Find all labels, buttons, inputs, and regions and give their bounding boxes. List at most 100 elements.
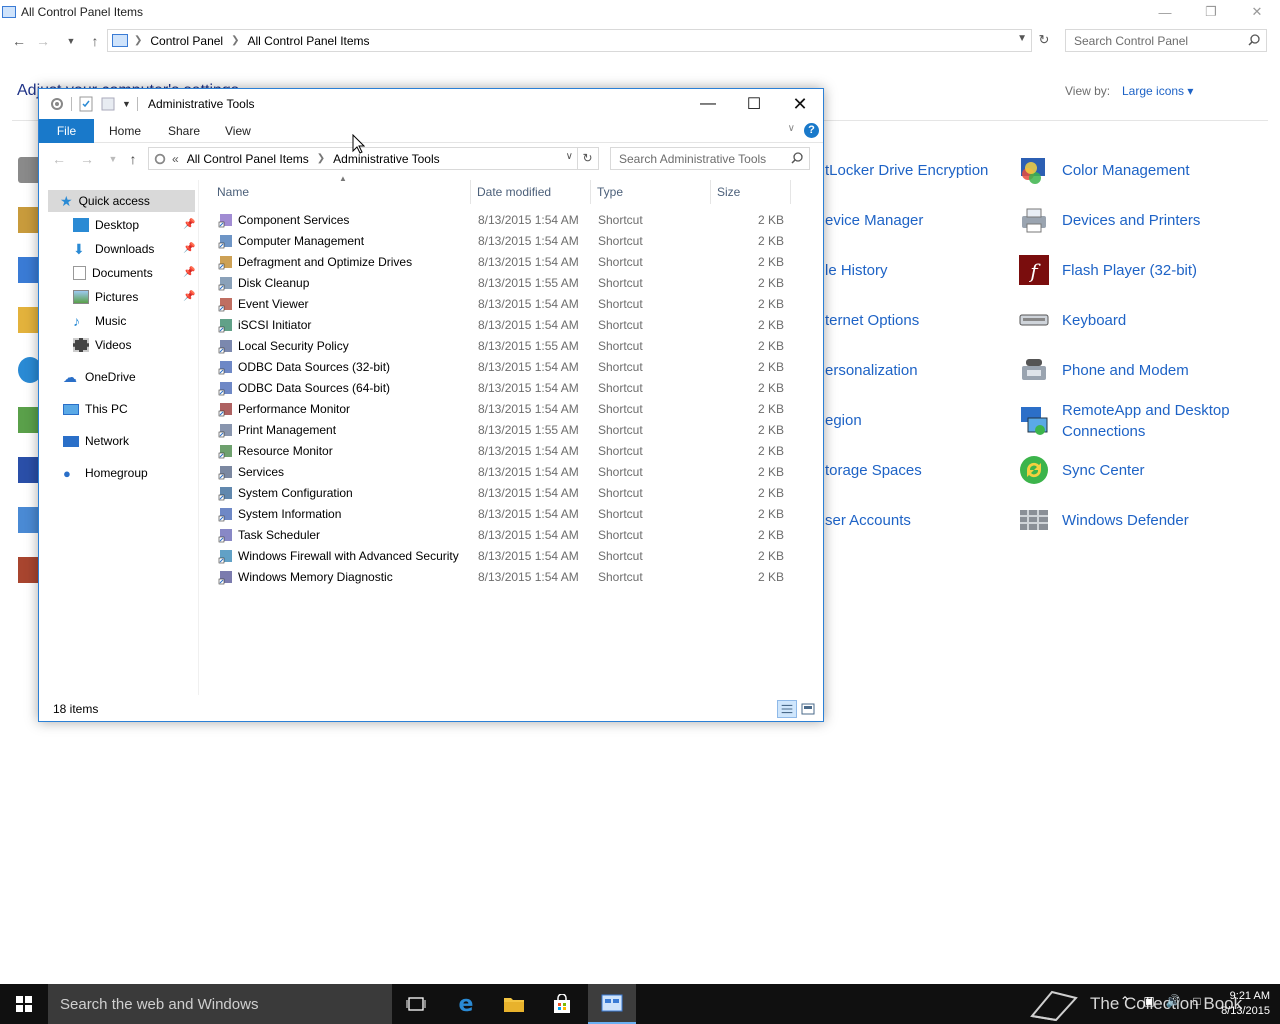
forward-arrow-icon[interactable]: → bbox=[79, 151, 95, 167]
cp-breadcrumb[interactable]: ❯ Control Panel ❯ All Control Panel Item… bbox=[107, 29, 1032, 52]
store-button[interactable] bbox=[538, 984, 586, 1024]
crumb-all-items[interactable]: All Control Panel Items bbox=[248, 34, 370, 48]
table-row[interactable]: Resource Monitor 8/13/2015 1:54 AM Shortcu… bbox=[211, 441, 791, 462]
recent-locations-icon[interactable]: ▼ bbox=[62, 32, 80, 50]
column-header-type[interactable]: Type bbox=[591, 180, 711, 204]
cp-item-keyboard[interactable]: Keyboard bbox=[1062, 310, 1126, 331]
tab-view[interactable]: View bbox=[225, 124, 251, 138]
cp-item-windows-defender[interactable]: Windows Defender bbox=[1062, 510, 1189, 531]
table-row[interactable]: Windows Firewall with Advanced Security 8… bbox=[211, 546, 791, 567]
table-row[interactable]: ODBC Data Sources (32-bit) 8/13/2015 1:54… bbox=[211, 357, 791, 378]
cp-item-device-manager[interactable]: evice Manager bbox=[825, 210, 923, 231]
control-panel-taskbar-button[interactable] bbox=[588, 984, 636, 1024]
new-folder-icon[interactable] bbox=[100, 96, 116, 112]
cp-item-sync-center[interactable]: Sync Center bbox=[1062, 460, 1145, 481]
tab-home[interactable]: Home bbox=[109, 124, 141, 138]
table-row[interactable]: iSCSI Initiator 8/13/2015 1:54 AM Shortcut… bbox=[211, 315, 791, 336]
nav-documents[interactable]: Documents 📌 bbox=[39, 262, 197, 284]
up-arrow-icon[interactable]: ↑ bbox=[86, 32, 104, 50]
pin-icon[interactable]: 📌 bbox=[183, 219, 195, 230]
cp-item-user-accounts[interactable]: ser Accounts bbox=[825, 510, 911, 531]
view-by-dropdown[interactable]: Large icons ▾ bbox=[1122, 84, 1193, 98]
table-row[interactable]: Disk Cleanup 8/13/2015 1:55 AM Shortcut 2 K… bbox=[211, 273, 791, 294]
close-icon[interactable]: ✕ bbox=[777, 89, 823, 119]
pin-icon[interactable]: 📌 bbox=[183, 243, 195, 254]
nav-this-pc[interactable]: This PC bbox=[39, 398, 197, 420]
table-row[interactable]: Windows Memory Diagnostic 8/13/2015 1:54 … bbox=[211, 567, 791, 588]
cp-search-input[interactable]: Search Control Panel bbox=[1065, 29, 1267, 52]
action-center-icon[interactable]: □ bbox=[1185, 994, 1209, 1008]
tab-file[interactable]: File bbox=[39, 119, 94, 143]
table-row[interactable]: ODBC Data Sources (64-bit) 8/13/2015 1:54… bbox=[211, 378, 791, 399]
refresh-icon[interactable]: ↻ bbox=[577, 147, 599, 170]
start-button[interactable] bbox=[0, 984, 48, 1024]
column-header-date[interactable]: Date modified bbox=[471, 180, 591, 204]
forward-arrow-icon[interactable]: → bbox=[34, 32, 52, 50]
cp-item-storage-spaces[interactable]: torage Spaces bbox=[825, 460, 922, 481]
nav-desktop[interactable]: Desktop 📌 bbox=[39, 214, 197, 236]
volume-icon[interactable]: 🔊 bbox=[1161, 994, 1185, 1008]
table-row[interactable]: Task Scheduler 8/13/2015 1:54 AM Shortcut 2… bbox=[211, 525, 791, 546]
edge-button[interactable]: e bbox=[442, 984, 490, 1024]
table-row[interactable]: Defragment and Optimize Drives 8/13/2015 … bbox=[211, 252, 791, 273]
details-view-icon[interactable] bbox=[777, 700, 797, 718]
table-row[interactable]: Services 8/13/2015 1:54 AM Shortcut 2 KB bbox=[211, 462, 791, 483]
nav-music[interactable]: ♪ Music bbox=[39, 310, 197, 332]
recent-locations-icon[interactable]: ▼ bbox=[105, 151, 121, 167]
taskbar-search-box[interactable]: Search the web and Windows bbox=[48, 984, 392, 1024]
tab-share[interactable]: Share bbox=[168, 124, 200, 138]
admin-tools-icon[interactable] bbox=[49, 96, 65, 112]
cp-item-region[interactable]: egion bbox=[825, 410, 862, 431]
crumb-control-panel[interactable]: Control Panel bbox=[150, 34, 223, 48]
cp-item-color-management[interactable]: Color Management bbox=[1062, 160, 1190, 181]
expand-ribbon-icon[interactable]: ∨ bbox=[788, 123, 795, 134]
cp-item-bitlocker[interactable]: tLocker Drive Encryption bbox=[825, 160, 988, 181]
task-view-button[interactable] bbox=[392, 984, 440, 1024]
nav-downloads[interactable]: ⬇ Downloads 📌 bbox=[39, 238, 197, 260]
chevron-down-icon[interactable]: ▼ bbox=[1017, 33, 1027, 44]
maximize-icon[interactable]: ☐ bbox=[731, 89, 777, 119]
nav-videos[interactable]: Videos bbox=[39, 334, 197, 356]
table-row[interactable]: Local Security Policy 8/13/2015 1:55 AM Sh… bbox=[211, 336, 791, 357]
cp-item-internet-options[interactable]: ternet Options bbox=[825, 310, 919, 331]
show-hidden-icons-icon[interactable]: ⌃ bbox=[1113, 994, 1137, 1008]
table-row[interactable]: Print Management 8/13/2015 1:55 AM Shortcu… bbox=[211, 420, 791, 441]
chevron-down-icon[interactable]: ∨ bbox=[566, 151, 573, 162]
overflow-chevron[interactable]: « bbox=[172, 152, 179, 166]
large-icons-view-icon[interactable] bbox=[799, 700, 817, 718]
nav-quick-access[interactable]: ★ Quick access bbox=[48, 190, 195, 212]
back-arrow-icon[interactable]: ← bbox=[10, 32, 28, 50]
back-arrow-icon[interactable]: ← bbox=[51, 151, 67, 167]
table-row[interactable]: Performance Monitor 8/13/2015 1:54 AM Shor… bbox=[211, 399, 791, 420]
clock[interactable]: 9:21 AM 8/13/2015 bbox=[1221, 989, 1270, 1019]
table-row[interactable]: System Information 8/13/2015 1:54 AM Short… bbox=[211, 504, 791, 525]
close-icon[interactable]: ✕ bbox=[1234, 0, 1280, 24]
help-icon[interactable]: ? bbox=[804, 123, 819, 138]
pin-icon[interactable]: 📌 bbox=[183, 291, 195, 302]
table-row[interactable]: Event Viewer 8/13/2015 1:54 AM Shortcut 2 K… bbox=[211, 294, 791, 315]
table-row[interactable]: Computer Management 8/13/2015 1:54 AM Shor… bbox=[211, 231, 791, 252]
customize-toolbar-icon[interactable]: ▼ bbox=[122, 99, 131, 109]
table-row[interactable]: Component Services 8/13/2015 1:54 AM Short… bbox=[211, 210, 791, 231]
crumb-admin-tools[interactable]: Administrative Tools bbox=[333, 152, 440, 166]
crumb-all-items[interactable]: All Control Panel Items bbox=[187, 152, 309, 166]
nav-network[interactable]: Network bbox=[39, 430, 197, 452]
cp-item-flash-player[interactable]: Flash Player (32-bit) bbox=[1062, 260, 1197, 281]
column-header-size[interactable]: Size bbox=[711, 180, 791, 204]
pin-icon[interactable]: 📌 bbox=[183, 267, 195, 278]
file-explorer-button[interactable] bbox=[490, 984, 538, 1024]
column-header-name[interactable]: Name bbox=[211, 180, 471, 204]
cp-item-personalization[interactable]: ersonalization bbox=[825, 360, 918, 381]
explorer-titlebar[interactable]: ▼ Administrative Tools — ☐ ✕ bbox=[39, 89, 823, 119]
restore-icon[interactable]: ❐ bbox=[1188, 0, 1234, 24]
minimize-icon[interactable]: — bbox=[685, 89, 731, 119]
explorer-search-input[interactable]: Search Administrative Tools bbox=[610, 147, 810, 170]
cp-item-devices-printers[interactable]: Devices and Printers bbox=[1062, 210, 1200, 231]
cp-item-file-history[interactable]: le History bbox=[825, 260, 888, 281]
cp-item-phone-modem[interactable]: Phone and Modem bbox=[1062, 360, 1189, 381]
up-arrow-icon[interactable]: ↑ bbox=[125, 151, 141, 167]
properties-icon[interactable] bbox=[78, 96, 94, 112]
minimize-icon[interactable]: — bbox=[1142, 0, 1188, 24]
nav-homegroup[interactable]: ● Homegroup bbox=[39, 462, 197, 484]
cp-item-remoteapp[interactable]: RemoteApp and Desktop Connections bbox=[1062, 400, 1230, 442]
